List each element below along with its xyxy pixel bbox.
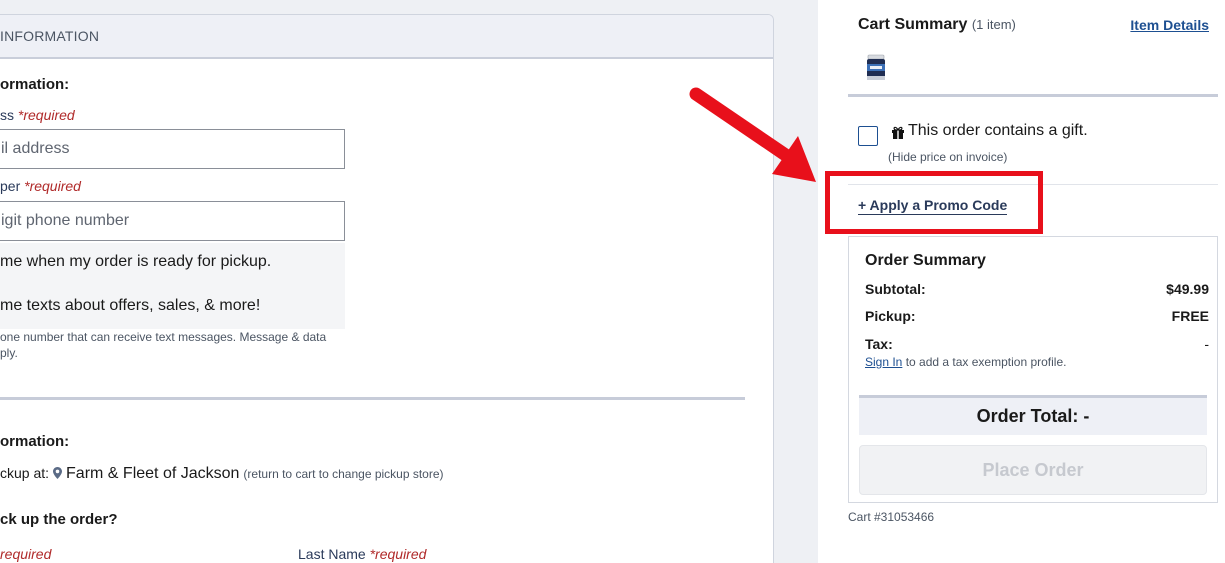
cart-divider (848, 94, 1218, 97)
cart-summary-panel: Cart Summary (1 item) Item Details This … (818, 0, 1225, 563)
cart-number: Cart #31053466 (848, 510, 935, 524)
place-order-button[interactable]: Place Order (859, 445, 1207, 495)
pickup-store-name: Farm & Fleet of Jackson (66, 465, 240, 482)
subtotal-row: Subtotal: $49.99 (865, 281, 1209, 297)
first-name-required: required (0, 546, 52, 562)
last-name-label: Last Name *required (298, 546, 426, 562)
pickup-prefix: ckup at: (0, 465, 50, 481)
tax-label: Tax: (865, 336, 893, 352)
order-summary-title: Order Summary (865, 252, 986, 269)
who-picks-up-title: ck up the order? (0, 511, 118, 528)
section-header-title: INFORMATION (0, 28, 100, 44)
cart-summary-title: Cart Summary (1 item) (858, 16, 1016, 34)
checkout-form-panel: INFORMATION ormation: ss *required per *… (0, 14, 774, 563)
phone-required: *required (24, 178, 81, 194)
section-header: INFORMATION (0, 15, 773, 59)
order-summary-box: Order Summary Subtotal: $49.99 Pickup: F… (848, 236, 1218, 503)
subtotal-label: Subtotal: (865, 281, 926, 297)
email-field[interactable] (0, 129, 345, 169)
tax-exemption-text: to add a tax exemption profile. (905, 355, 1067, 369)
phone-label: per *required (0, 178, 81, 194)
email-required: *required (17, 107, 75, 123)
gift-icon (892, 126, 904, 139)
pickup-row: Pickup: FREE (865, 308, 1209, 324)
product-thumbnail[interactable] (866, 54, 886, 82)
subtotal-value: $49.99 (1166, 281, 1209, 297)
first-name-label: required (0, 546, 51, 562)
pickup-info-title: ormation: (0, 433, 70, 450)
cart-item-count: (1 item) (971, 17, 1016, 32)
pickup-value: FREE (1171, 308, 1209, 324)
sms-pickup-option[interactable]: me when my order is ready for pickup. (0, 253, 271, 271)
tax-value: - (1204, 336, 1209, 352)
tax-exemption-note: Sign In to add a tax exemption profile. (865, 355, 1066, 369)
pickup-store-hint: (return to cart to change pickup store) (243, 467, 444, 481)
email-label: ss *required (0, 107, 75, 123)
sms-offers-option[interactable]: me texts about offers, sales, & more! (0, 297, 260, 315)
phone-field[interactable] (0, 201, 345, 241)
contact-info-title: ormation: (0, 76, 70, 93)
cart-title-text: Cart Summary (858, 16, 968, 33)
gift-sub-label: (Hide price on invoice) (888, 150, 1008, 164)
gift-label[interactable]: This order contains a gift. (908, 122, 1088, 140)
phone-label-text: per (0, 178, 21, 194)
last-name-label-text: Last Name (298, 546, 366, 562)
sms-disclaimer: one number that can receive text message… (0, 330, 327, 360)
annotation-arrow-icon (689, 87, 816, 182)
promo-highlight-box (825, 171, 1043, 234)
gift-checkbox[interactable] (858, 126, 878, 146)
location-pin-icon (53, 467, 63, 479)
order-total: Order Total: - (859, 395, 1207, 435)
pickup-store-line: ckup at: Farm & Fleet of Jackson (return… (0, 465, 444, 483)
pickup-label: Pickup: (865, 308, 916, 324)
last-name-required: *required (369, 546, 427, 562)
tax-row: Tax: - (865, 336, 1209, 352)
sign-in-link[interactable]: Sign In (865, 355, 902, 369)
email-label-text: ss (0, 107, 14, 123)
item-details-link[interactable]: Item Details (1130, 17, 1209, 33)
section-divider (0, 397, 745, 400)
